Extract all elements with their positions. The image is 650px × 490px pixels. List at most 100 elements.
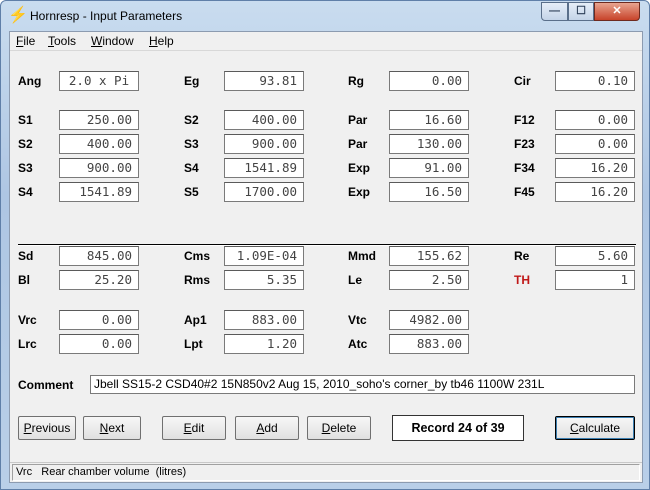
menu-window-mnemonic: W <box>91 34 103 48</box>
s3-field[interactable]: 900.00 <box>224 134 304 154</box>
sd-label: Sd <box>18 249 34 263</box>
menu-help-mnemonic: H <box>149 34 158 48</box>
edit-button[interactable]: Edit <box>162 416 226 440</box>
title-bar[interactable]: ⚡ Hornresp - Input Parameters — ☐ ✕ <box>1 1 649 31</box>
close-button[interactable]: ✕ <box>594 2 640 21</box>
lpt-field[interactable]: 1.20 <box>224 334 304 354</box>
f23-field[interactable]: 0.00 <box>555 134 635 154</box>
s3b-field[interactable]: 900.00 <box>59 158 139 178</box>
f34-field[interactable]: 16.20 <box>555 158 635 178</box>
s1-field[interactable]: 250.00 <box>59 110 139 130</box>
record-indicator: Record 24 of 39 <box>392 415 524 441</box>
edit-label: dit <box>191 421 205 435</box>
th-label[interactable]: TH <box>514 270 530 290</box>
s2b-field[interactable]: 400.00 <box>59 134 139 154</box>
rms-field[interactable]: 5.35 <box>224 270 304 290</box>
menu-help[interactable]: Help <box>149 34 174 48</box>
ap1-label: Ap1 <box>184 313 207 327</box>
menu-file-label: ile <box>23 34 36 48</box>
sd-field[interactable]: 845.00 <box>59 246 139 266</box>
next-label: ext <box>108 421 125 435</box>
lpt-label: Lpt <box>184 337 203 351</box>
previous-label: revious <box>31 421 71 435</box>
lrc-field[interactable]: 0.00 <box>59 334 139 354</box>
s4b-field[interactable]: 1541.89 <box>59 182 139 202</box>
vtc-label: Vtc <box>348 313 367 327</box>
bl-field[interactable]: 25.20 <box>59 270 139 290</box>
app-window: ⚡ Hornresp - Input Parameters — ☐ ✕ File… <box>0 0 650 490</box>
previous-button[interactable]: Previous <box>18 416 76 440</box>
par1-label: Par <box>348 113 368 127</box>
status-text: Vrc Rear chamber volume (litres) <box>12 464 640 481</box>
le-field[interactable]: 2.50 <box>389 270 469 290</box>
eg-label: Eg <box>184 74 200 88</box>
f12-label: F12 <box>514 113 535 127</box>
menu-help-label: elp <box>157 34 174 48</box>
lightning-bolt-icon: ⚡ <box>8 7 28 24</box>
calculate-button[interactable]: Calculate <box>555 416 635 440</box>
f34-label: F34 <box>514 161 535 175</box>
exp1-field[interactable]: 91.00 <box>389 158 469 178</box>
rg-label: Rg <box>348 74 364 88</box>
s4-field[interactable]: 1541.89 <box>224 158 304 178</box>
comment-field[interactable]: Jbell SS15-2 CSD40#2 15N850v2 Aug 15, 20… <box>90 375 635 394</box>
status-bar: Vrc Rear chamber volume (litres) <box>10 462 642 482</box>
s2b-label: S2 <box>18 137 33 151</box>
cir-label: Cir <box>514 74 531 88</box>
vtc-field[interactable]: 4982.00 <box>389 310 469 330</box>
s5-label: S5 <box>184 185 199 199</box>
le-label: Le <box>348 273 363 287</box>
par2-label: Par <box>348 137 368 151</box>
re-label: Re <box>514 249 530 263</box>
atc-label: Atc <box>348 337 368 351</box>
rg-field[interactable]: 0.00 <box>389 71 469 91</box>
previous-mnemonic: P <box>23 421 32 435</box>
eg-field[interactable]: 93.81 <box>224 71 304 91</box>
exp1-label: Exp <box>348 161 371 175</box>
menu-window[interactable]: Window <box>91 34 134 48</box>
s4b-label: S4 <box>18 185 33 199</box>
input-parameters-form: Ang 2.0 x Pi Eg 93.81 Rg 0.00 Cir 0.10 S… <box>10 52 642 462</box>
ang-field[interactable]: 2.0 x Pi <box>59 71 139 91</box>
lrc-label: Lrc <box>18 337 37 351</box>
client-area: File Tools Window Help Ang 2.0 x Pi Eg 9… <box>9 31 643 483</box>
cms-label: Cms <box>184 249 211 263</box>
s3b-label: S3 <box>18 161 33 175</box>
th-field[interactable]: 1 <box>555 270 635 290</box>
add-button[interactable]: Add <box>235 416 299 440</box>
menu-file[interactable]: File <box>16 34 35 48</box>
window-title: Hornresp - Input Parameters <box>30 9 183 23</box>
maximize-button[interactable]: ☐ <box>568 2 594 21</box>
re-field[interactable]: 5.60 <box>555 246 635 266</box>
add-label: dd <box>264 421 278 435</box>
exp2-label: Exp <box>348 185 371 199</box>
calculate-mnemonic: C <box>569 421 579 435</box>
vrc-field[interactable]: 0.00 <box>59 310 139 330</box>
s1-label: S1 <box>18 113 33 127</box>
delete-button[interactable]: Delete <box>307 416 371 440</box>
menu-window-label: indow <box>102 34 134 48</box>
mmd-field[interactable]: 155.62 <box>389 246 469 266</box>
f12-field[interactable]: 0.00 <box>555 110 635 130</box>
cms-field[interactable]: 1.09E-04 <box>224 246 304 266</box>
s5-field[interactable]: 1700.00 <box>224 182 304 202</box>
next-button[interactable]: Next <box>83 416 141 440</box>
s2-field[interactable]: 400.00 <box>224 110 304 130</box>
par1-field[interactable]: 16.60 <box>389 110 469 130</box>
ap1-field[interactable]: 883.00 <box>224 310 304 330</box>
f23-label: F23 <box>514 137 535 151</box>
exp2-field[interactable]: 16.50 <box>389 182 469 202</box>
minimize-button[interactable]: — <box>541 2 568 21</box>
f45-field[interactable]: 16.20 <box>555 182 635 202</box>
par2-field[interactable]: 130.00 <box>389 134 469 154</box>
menu-bar: File Tools Window Help <box>10 32 642 51</box>
cir-field[interactable]: 0.10 <box>555 71 635 91</box>
s4-label: S4 <box>184 161 199 175</box>
menu-tools[interactable]: Tools <box>48 34 76 48</box>
delete-label: elete <box>330 421 357 435</box>
atc-field[interactable]: 883.00 <box>389 334 469 354</box>
calculate-label: alculate <box>578 421 621 435</box>
comment-label: Comment <box>18 378 74 392</box>
f45-label: F45 <box>514 185 535 199</box>
edit-mnemonic: E <box>183 421 192 435</box>
